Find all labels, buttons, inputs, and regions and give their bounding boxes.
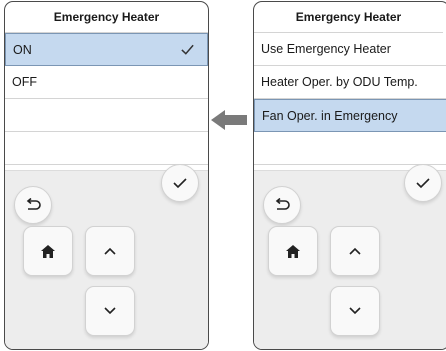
menu-item-empty	[5, 99, 208, 132]
menu-item-empty	[5, 132, 208, 165]
confirm-check-icon	[173, 178, 187, 189]
confirm-check-icon	[416, 178, 430, 189]
up-arrow-icon	[349, 247, 361, 255]
menu-item-use-emergency-heater[interactable]: Use Emergency Heater	[254, 33, 446, 66]
control-panel	[5, 164, 208, 349]
menu-item-heater-oper-by-odu-temp[interactable]: Heater Oper. by ODU Temp.	[254, 66, 446, 99]
home-icon	[41, 244, 55, 258]
left-screen: Emergency Heater ON OFF	[4, 1, 209, 350]
down-arrow-icon	[349, 307, 361, 315]
menu-item-off[interactable]: OFF	[5, 66, 208, 99]
menu-item-label: OFF	[12, 75, 37, 89]
back-icon	[275, 198, 290, 210]
up-arrow-icon	[104, 247, 116, 255]
up-button[interactable]	[85, 226, 135, 276]
menu-item-label: ON	[13, 42, 32, 57]
home-button[interactable]	[268, 226, 318, 276]
down-button[interactable]	[330, 286, 380, 336]
menu-item-empty	[254, 132, 446, 165]
home-icon	[286, 244, 300, 258]
up-button[interactable]	[330, 226, 380, 276]
right-screen: Emergency Heater Use Emergency Heater He…	[253, 1, 446, 350]
menu-item-fan-oper-in-emergency[interactable]: Fan Oper. in Emergency	[254, 99, 446, 132]
down-arrow-icon	[104, 307, 116, 315]
back-button[interactable]	[14, 186, 52, 224]
confirm-button[interactable]	[161, 164, 199, 202]
menu-item-label: Fan Oper. in Emergency	[262, 108, 398, 123]
screen-title: Emergency Heater	[5, 2, 208, 33]
control-panel	[254, 164, 446, 349]
menu-item-label: Heater Oper. by ODU Temp.	[261, 75, 418, 89]
home-button[interactable]	[23, 226, 73, 276]
menu-item-label: Use Emergency Heater	[261, 42, 391, 56]
menu-list: ON OFF	[5, 33, 208, 165]
back-button[interactable]	[263, 186, 301, 224]
menu-item-on[interactable]: ON	[5, 33, 208, 66]
check-icon	[181, 44, 194, 55]
down-button[interactable]	[85, 286, 135, 336]
screen-title: Emergency Heater	[254, 2, 443, 33]
back-icon	[26, 198, 41, 210]
confirm-button[interactable]	[404, 164, 442, 202]
menu-list: Use Emergency Heater Heater Oper. by ODU…	[254, 33, 446, 165]
left-arrow-icon	[211, 110, 247, 130]
